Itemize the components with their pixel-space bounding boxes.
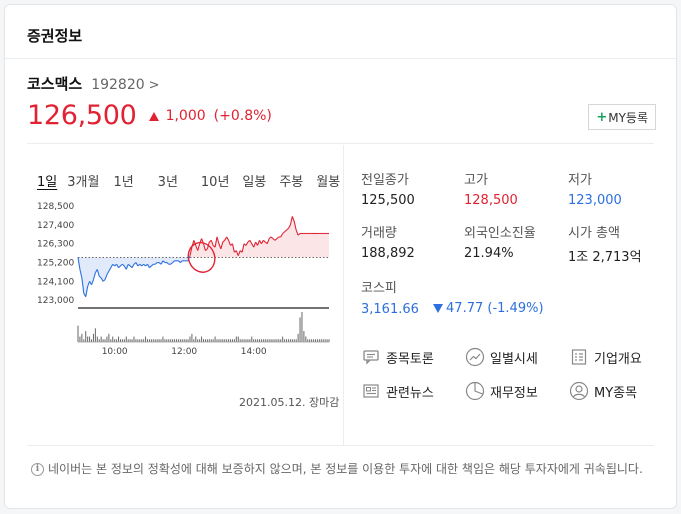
price-change-percent: (+0.8%): [213, 107, 272, 124]
info-prev-close: 전일종가 125,500: [361, 169, 471, 208]
stock-info-card: 증권정보 코스맥스 192820 > 126,500 1,000 (+0.8%)…: [4, 4, 677, 509]
x-tick-label: 12:00: [171, 347, 197, 357]
tab-weekly-candle[interactable]: 주봉: [279, 171, 303, 190]
y-tick-label: 127,400: [37, 221, 74, 231]
link-related-news-label: 관련뉴스: [386, 385, 434, 401]
add-my-stock-label: MY등록: [608, 110, 648, 125]
kospi-change-value: 47.77 (-1.49%): [446, 301, 544, 316]
market-cap-label: 시가 총액: [568, 226, 620, 241]
market-cap-value: 1조 2,713억: [568, 250, 642, 265]
price-change: 1,000: [165, 107, 206, 124]
divider: [343, 145, 344, 445]
pie-chart-icon: [465, 381, 485, 401]
info-low: 저가 123,000: [568, 169, 678, 208]
low-value: 123,000: [568, 193, 622, 208]
kospi-label: 코스피: [361, 281, 397, 296]
chat-bubble-icon: [361, 347, 381, 367]
x-tick-label: 14:00: [241, 347, 267, 357]
divider: [27, 445, 654, 446]
price-row: 126,500 1,000 (+0.8%): [27, 100, 272, 131]
stock-name-row[interactable]: 코스맥스 192820 >: [27, 73, 160, 94]
kospi-row: 3,161.66 47.77 (-1.49%): [361, 301, 581, 317]
stock-code[interactable]: 192820: [91, 77, 144, 93]
high-label: 고가: [464, 173, 488, 188]
link-daily-prices[interactable]: 일별시세: [465, 347, 538, 367]
foreign-ratio-label: 외국인소진율: [464, 226, 536, 241]
link-company-overview-label: 기업개요: [594, 351, 642, 367]
add-my-stock-button[interactable]: + MY등록: [588, 104, 656, 130]
newspaper-icon: [361, 381, 381, 401]
chevron-right-icon[interactable]: >: [149, 78, 160, 93]
y-tick-label: 124,100: [37, 277, 74, 287]
up-arrow-icon: [148, 112, 159, 121]
tab-monthly-candle[interactable]: 월봉: [316, 171, 340, 190]
kospi-value: 3,161.66: [361, 302, 419, 317]
tab-daily-candle[interactable]: 일봉: [242, 171, 266, 190]
link-company-overview[interactable]: 기업개요: [569, 347, 642, 367]
info-high: 고가 128,500: [464, 169, 574, 208]
volume-label: 거래량: [361, 226, 397, 241]
low-label: 저가: [568, 173, 592, 188]
chart-date: 2021.05.12. 장마감: [239, 396, 340, 409]
y-tick-label: 128,500: [37, 202, 74, 212]
document-list-icon: [569, 347, 589, 367]
link-daily-prices-label: 일별시세: [490, 351, 538, 367]
prev-close-label: 전일종가: [361, 173, 409, 188]
prev-close-value: 125,500: [361, 193, 415, 208]
tab-3year[interactable]: 3년: [158, 171, 178, 190]
divider: [27, 143, 654, 144]
disclaimer: i 네이버는 본 정보의 정확성에 대해 보증하지 않으며, 본 정보를 이용한…: [31, 461, 661, 478]
down-arrow-icon: [433, 304, 444, 313]
stock-name[interactable]: 코스맥스: [27, 73, 82, 94]
link-financials-label: 재무정보: [490, 385, 538, 401]
current-price: 126,500: [27, 100, 137, 131]
kospi-change: 47.77 (-1.49%): [433, 301, 544, 316]
y-tick-label: 125,200: [37, 259, 74, 269]
link-financials[interactable]: 재무정보: [465, 381, 538, 401]
info-volume: 거래량 188,892: [361, 222, 471, 261]
x-tick-label: 10:00: [102, 347, 128, 357]
plus-icon: +: [596, 109, 608, 125]
link-my-stocks[interactable]: MY종목: [569, 381, 637, 401]
disclaimer-text: 네이버는 본 정보의 정확성에 대해 보증하지 않으며, 본 정보를 이용한 투…: [48, 462, 643, 476]
chart-period-tabs: 1일 3개월 1년 3년 10년 일봉 주봉 월봉: [37, 171, 340, 190]
info-foreign-ratio: 외국인소진율 21.94%: [464, 222, 574, 261]
link-my-stocks-label: MY종목: [594, 385, 638, 401]
y-tick-label: 126,300: [37, 240, 74, 250]
volume-value: 188,892: [361, 246, 415, 261]
y-tick-label: 123,000: [37, 296, 74, 306]
link-related-news[interactable]: 관련뉴스: [361, 381, 434, 401]
tab-1day[interactable]: 1일: [37, 171, 57, 190]
tab-10year[interactable]: 10년: [201, 171, 230, 190]
below-baseline-area: [78, 257, 329, 297]
link-stock-forum[interactable]: 종목토론: [361, 347, 434, 367]
intraday-price-chart[interactable]: 128,500 127,400 126,300 125,200 124,100 123,0…: [31, 197, 331, 357]
info-kospi: 코스피 3,161.66 47.77 (-1.49%): [361, 277, 581, 317]
tab-1year[interactable]: 1년: [113, 171, 133, 190]
info-icon: i: [31, 463, 44, 476]
user-icon: [569, 381, 589, 401]
card-title: 증권정보: [5, 5, 676, 59]
trend-chart-icon: [465, 347, 485, 367]
high-value: 128,500: [464, 193, 518, 208]
foreign-ratio-value: 21.94%: [464, 246, 514, 261]
link-stock-forum-label: 종목토론: [386, 351, 434, 367]
info-market-cap: 시가 총액 1조 2,713억: [568, 222, 678, 265]
tab-3month[interactable]: 3개월: [67, 171, 99, 190]
